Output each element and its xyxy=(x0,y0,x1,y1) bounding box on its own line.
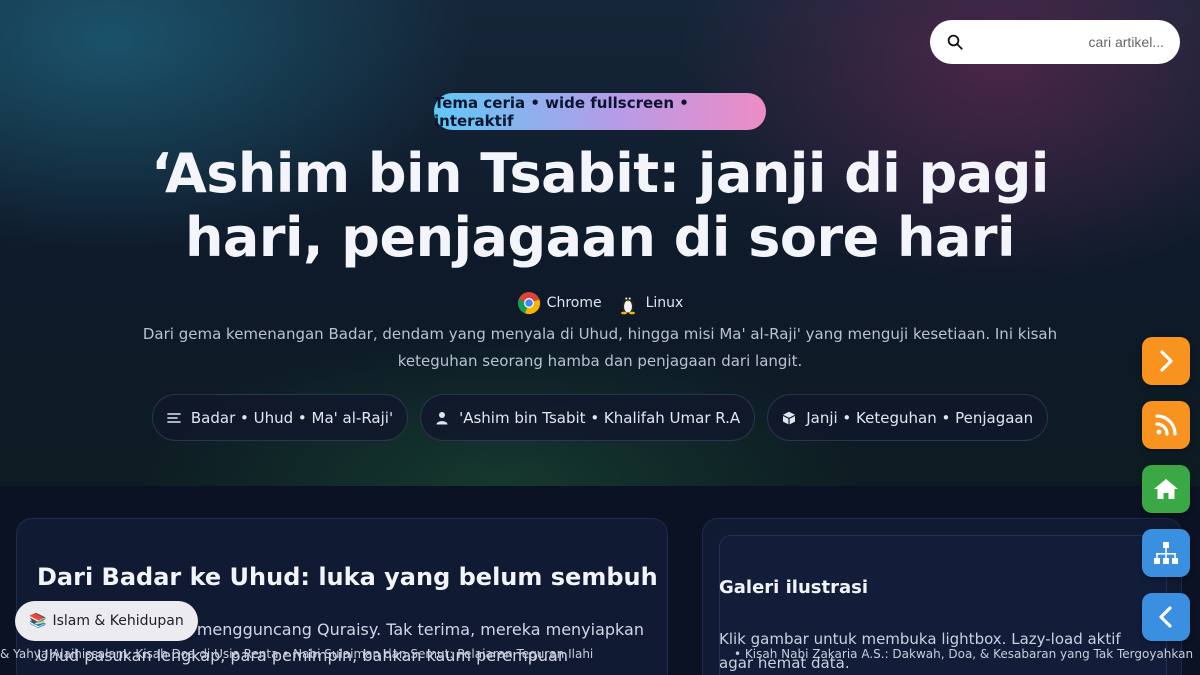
ticker-left-text[interactable]: & Yahya Alaihissalam: Kisah Doa di Usia … xyxy=(0,647,593,661)
sitemap-icon xyxy=(1154,542,1178,564)
article-heading: Dari Badar ke Uhud: luka yang belum semb… xyxy=(37,563,658,591)
theme-badge: Tema ceria • wide fullscreen • interakti… xyxy=(434,93,766,130)
browser-chrome: Chrome xyxy=(517,291,602,315)
next-button[interactable] xyxy=(1142,337,1190,385)
rss-button[interactable] xyxy=(1142,401,1190,449)
category-label: Islam & Kehidupan xyxy=(52,613,184,629)
home-icon xyxy=(1154,479,1178,499)
ticker-right-text[interactable]: • Kisah Nabi Zakaria A.S.: Dakwah, Doa, … xyxy=(734,647,1193,661)
page-title: ‘Ashim bin Tsabit: janji di pagi hari, p… xyxy=(151,142,1049,269)
chip-events[interactable]: Badar • Uhud • Ma' al-Raji' xyxy=(151,394,409,441)
search-box[interactable] xyxy=(930,20,1180,64)
os-linux-label: Linux xyxy=(645,295,684,311)
list-icon xyxy=(167,412,181,423)
linux-tux-icon xyxy=(620,297,635,315)
hero-lead: Dari gema kemenangan Badar, dendam yang … xyxy=(142,325,1058,370)
search-icon xyxy=(947,34,963,50)
gallery-heading: Galeri ilustrasi xyxy=(719,577,868,598)
news-ticker[interactable]: & Yahya Alaihissalam: Kisah Doa di Usia … xyxy=(0,645,1200,665)
books-icon: 📚 xyxy=(29,613,47,629)
category-badge[interactable]: 📚 Islam & Kehidupan xyxy=(15,601,198,641)
chevron-left-icon xyxy=(1159,606,1172,628)
chevron-right-icon xyxy=(1160,350,1173,372)
chip-figures[interactable]: 'Ashim bin Tsabit • Khalifah Umar R.A xyxy=(420,394,756,441)
os-linux: Linux xyxy=(616,291,684,315)
prev-button[interactable] xyxy=(1142,593,1190,641)
rss-icon xyxy=(1155,414,1177,436)
browser-chrome-label: Chrome xyxy=(546,295,602,311)
chip-events-label: Badar • Uhud • Ma' al-Raji' xyxy=(190,408,394,427)
browser-info: Chrome Linux xyxy=(0,291,1200,315)
chip-themes-label: Janji • Keteguhan • Penjagaan xyxy=(806,408,1034,427)
chip-themes[interactable]: Janji • Keteguhan • Penjagaan xyxy=(767,394,1049,441)
search-input[interactable] xyxy=(974,34,1164,50)
user-icon xyxy=(436,411,448,424)
sitemap-button[interactable] xyxy=(1142,529,1190,577)
cube-icon xyxy=(783,411,796,424)
chip-figures-label: 'Ashim bin Tsabit • Khalifah Umar R.A xyxy=(459,408,741,427)
chrome-icon xyxy=(517,292,540,315)
home-button[interactable] xyxy=(1142,465,1190,513)
topic-chips: Badar • Uhud • Ma' al-Raji' 'Ashim bin T… xyxy=(0,394,1200,441)
